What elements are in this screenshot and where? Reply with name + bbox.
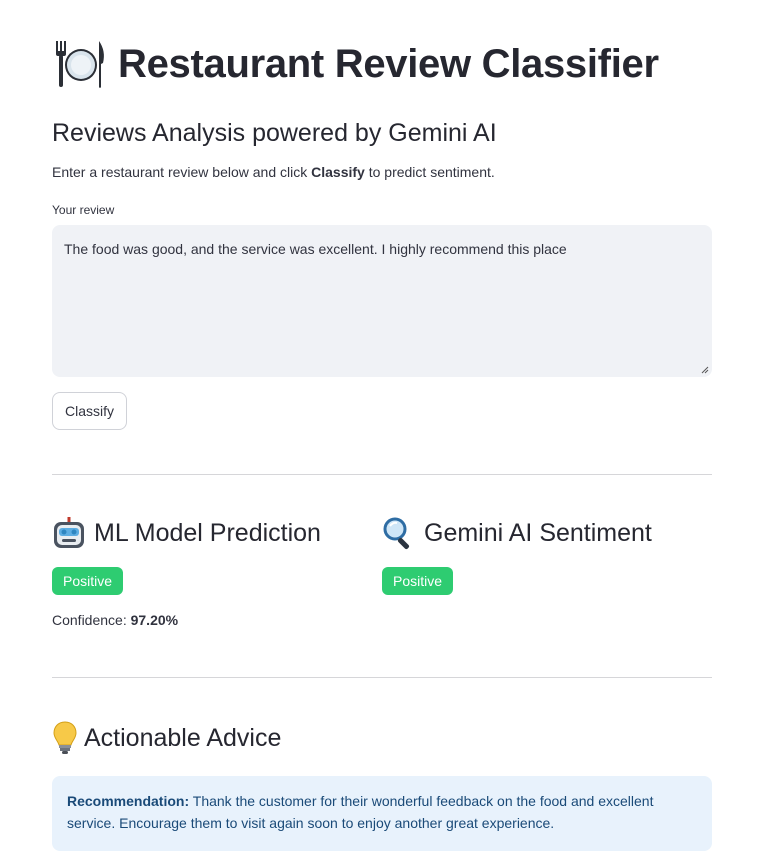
review-text: The food was good, and the service was e… [64, 241, 567, 257]
advice-heading: Actionable Advice [52, 718, 712, 758]
gemini-title: Gemini AI Sentiment [424, 518, 652, 547]
recommendation-label: Recommendation: [67, 793, 190, 809]
confidence-text: Confidence: 97.20% [52, 610, 382, 630]
ml-model-column: ML Model Prediction Positive Confidence:… [52, 513, 382, 630]
magnifying-glass-icon [383, 517, 410, 550]
gemini-column: Gemini AI Sentiment Positive [382, 513, 712, 630]
page-title: Restaurant Review Classifier [118, 41, 659, 86]
review-textarea[interactable]: The food was good, and the service was e… [52, 225, 712, 377]
fork-plate-knife-icon [56, 41, 104, 88]
title-row: Restaurant Review Classifier [52, 34, 712, 94]
divider [52, 677, 712, 678]
intro-text: Enter a restaurant review below and clic… [52, 162, 712, 182]
ml-model-title: ML Model Prediction [94, 518, 321, 547]
review-label: Your review [52, 203, 115, 217]
ml-model-heading: ML Model Prediction [52, 513, 382, 553]
ml-sentiment-badge: Positive [52, 567, 124, 595]
gemini-sentiment-badge: Positive [382, 567, 454, 595]
page-subtitle: Reviews Analysis powered by Gemini AI [52, 119, 497, 147]
results-columns: ML Model Prediction Positive Confidence:… [52, 513, 712, 630]
advice-title: Actionable Advice [84, 723, 282, 752]
intro-bold: Classify [311, 164, 365, 180]
robot-icon [54, 517, 84, 548]
main-container: Restaurant Review Classifier Reviews Ana… [52, 0, 712, 851]
recommendation-box: Recommendation: Thank the customer for t… [52, 776, 712, 851]
intro-before: Enter a restaurant review below and clic… [52, 164, 312, 180]
classify-button[interactable]: Classify [52, 392, 128, 430]
gemini-heading: Gemini AI Sentiment [382, 513, 712, 553]
light-bulb-icon [53, 721, 77, 754]
confidence-label: Confidence: [52, 612, 127, 628]
confidence-value: 97.20% [130, 612, 179, 628]
intro-after: to predict sentiment. [364, 164, 495, 180]
divider [52, 474, 712, 475]
resize-handle-icon[interactable] [701, 366, 709, 374]
